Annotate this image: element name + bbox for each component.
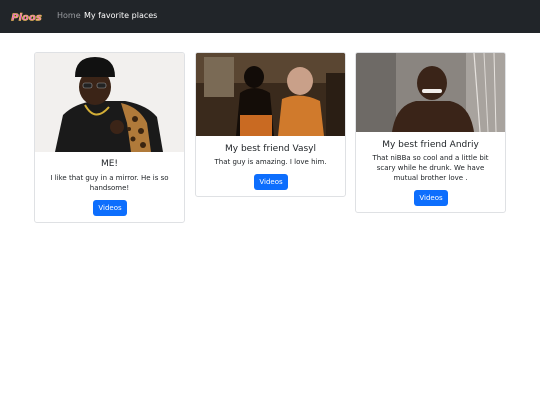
svg-text:Ploos: Ploos <box>11 13 41 24</box>
videos-button[interactable]: Videos <box>254 174 288 190</box>
card-andriy: My best friend Andriy That niBBa so cool… <box>355 52 506 213</box>
card-title: My best friend Vasyl <box>225 144 316 154</box>
card-me: ME! I like that guy in a mirror. He is s… <box>34 52 185 223</box>
videos-button[interactable]: Videos <box>414 190 448 206</box>
card-text: I like that guy in a mirror. He is so ha… <box>50 174 169 192</box>
card-title: My best friend Andriy <box>382 140 479 150</box>
nav-link-home[interactable]: Home <box>57 11 81 21</box>
card-image-andriy <box>356 53 505 132</box>
card-title: ME! <box>100 159 119 169</box>
card-vasyl: My best friend Vasyl That guy is amazing… <box>195 52 346 197</box>
card-text: That niBBa so cool and a little bit scar… <box>372 154 489 182</box>
card-image-vasyl <box>196 53 345 136</box>
card-image-me <box>35 53 184 152</box>
top-navbar: Ploos Home My favorite places <box>0 0 540 33</box>
brand-logo[interactable]: Ploos <box>11 9 42 24</box>
nav-link-favorite-places[interactable]: My favorite places <box>84 11 157 21</box>
card-text: That guy is amazing. I love him. <box>214 158 327 166</box>
videos-button[interactable]: Videos <box>93 200 127 216</box>
